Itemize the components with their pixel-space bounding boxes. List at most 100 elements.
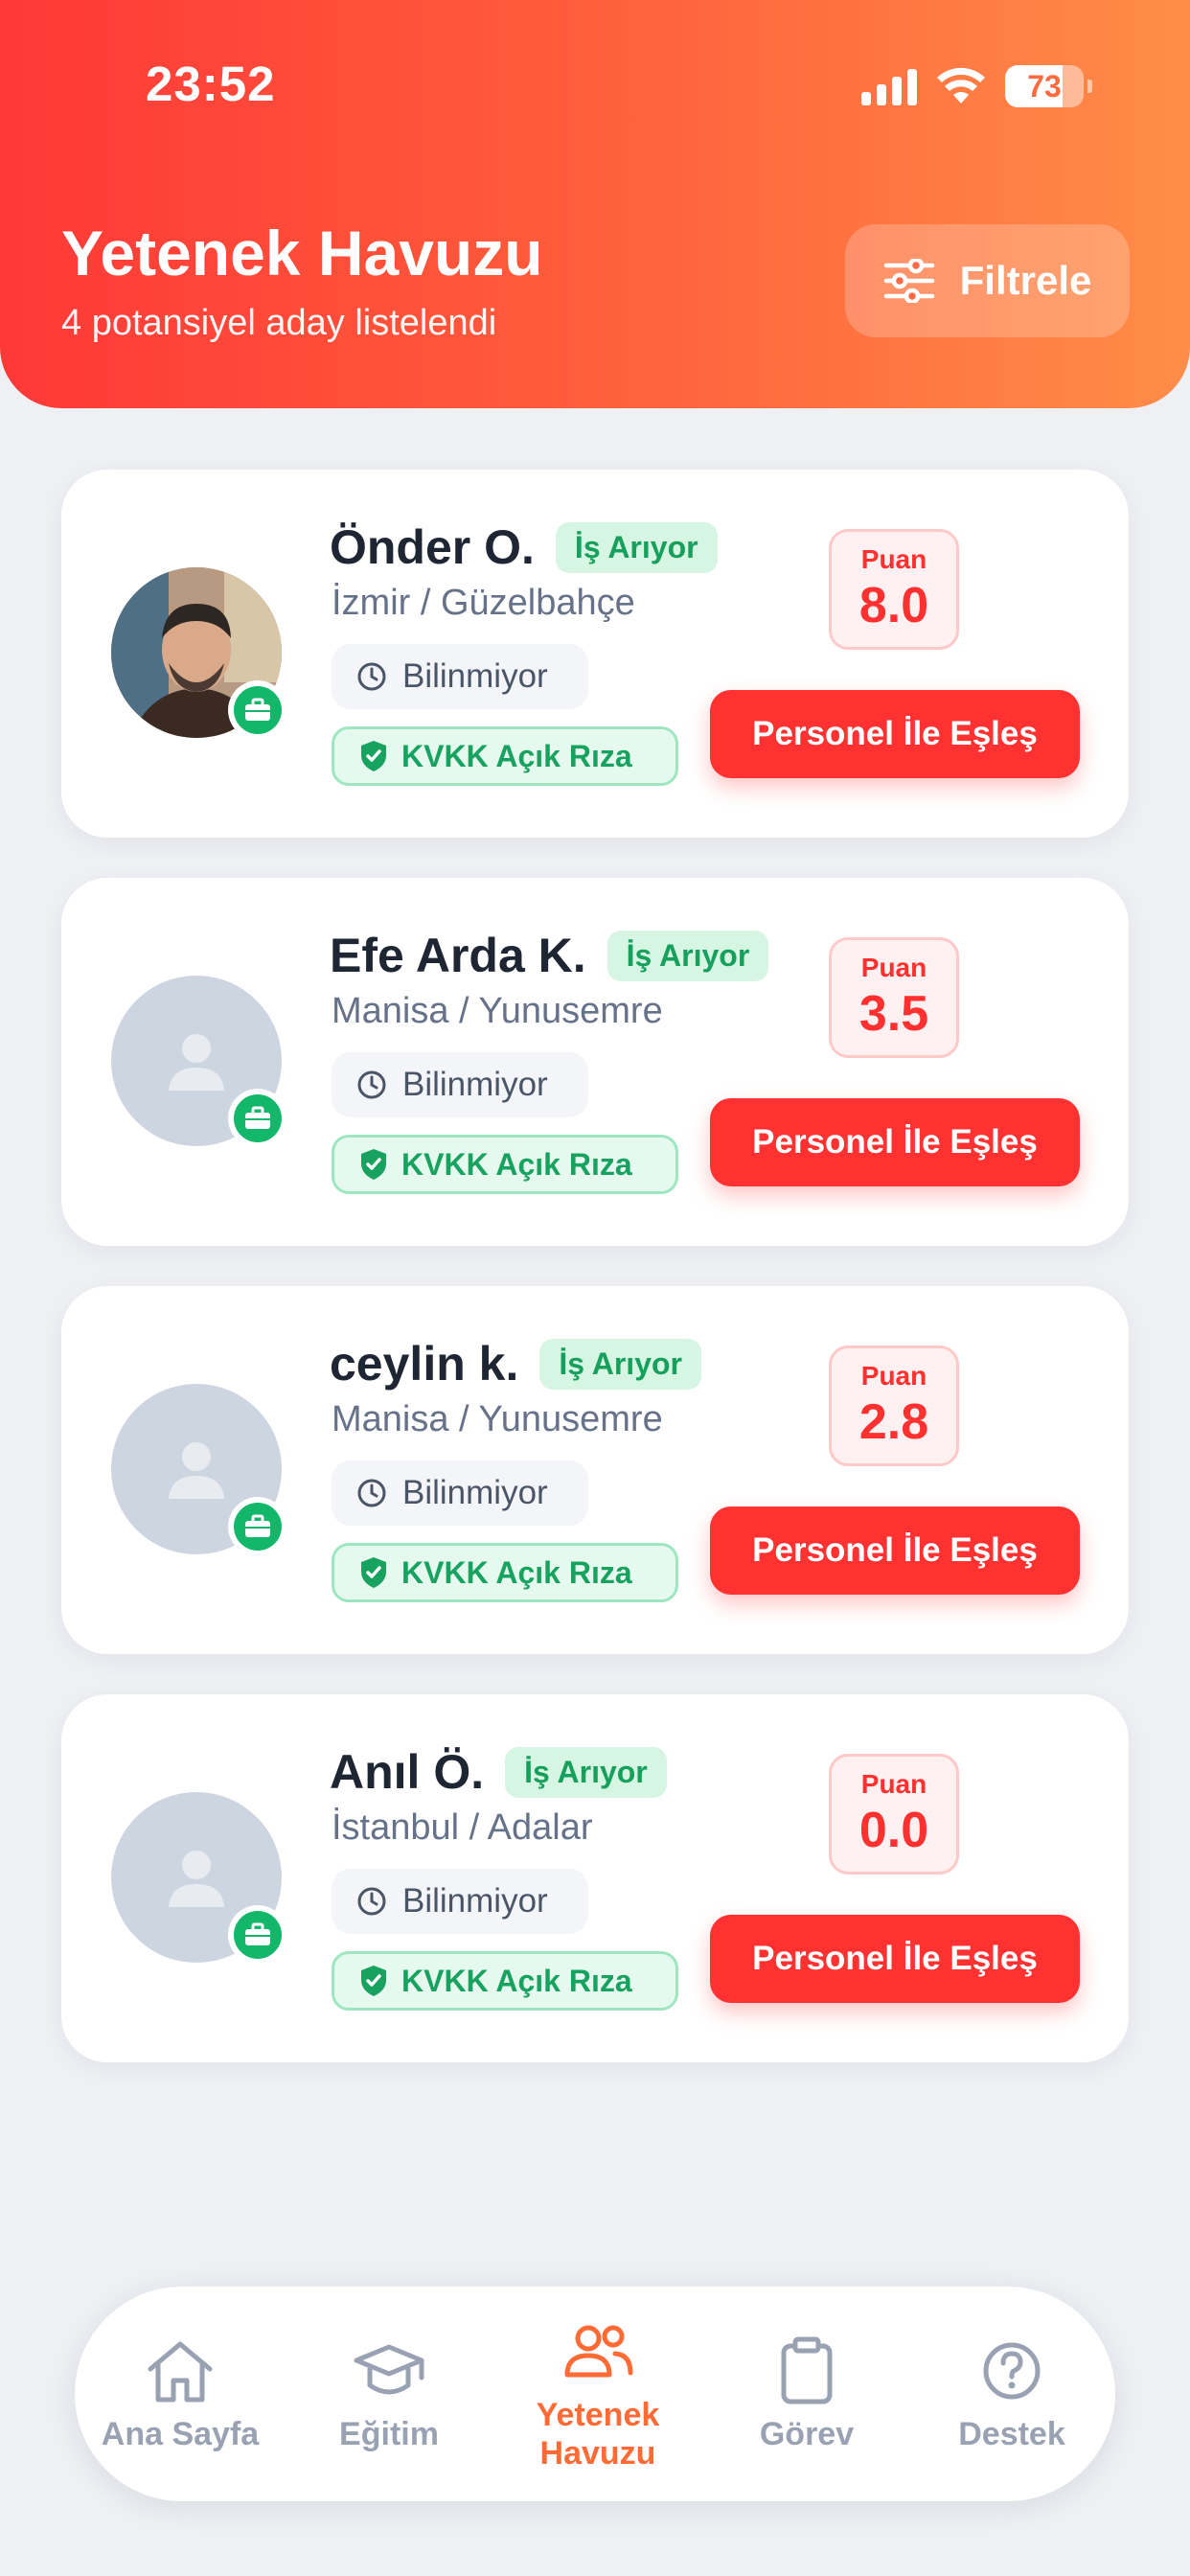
score-value: 8.0: [858, 578, 929, 633]
battery-level: 73: [1027, 69, 1062, 104]
wifi-icon: [937, 67, 985, 104]
kvkk-consent-badge: KVKK Açık Rıza: [332, 1951, 678, 2011]
clock-icon: [357, 662, 386, 691]
score-value: 2.8: [858, 1394, 929, 1450]
availability-text: Bilinmiyor: [402, 1882, 548, 1920]
availability-pill: Bilinmiyor: [332, 644, 588, 709]
bottom-navigation: Ana Sayfa Eğitim Yetenek Havuzu Görev De…: [75, 2287, 1115, 2501]
kvkk-consent-text: KVKK Açık Rıza: [401, 1146, 632, 1182]
talent-pool-screen: 23:52 73 Yetenek Havuzu 4 potansiyel ada…: [0, 0, 1190, 2576]
nav-item-talent-pool[interactable]: Yetenek Havuzu: [502, 2287, 694, 2501]
nav-item-home[interactable]: Ana Sayfa: [84, 2287, 276, 2501]
nav-item-task[interactable]: Görev: [711, 2287, 903, 2501]
score-label: Puan: [860, 1769, 927, 1799]
nav-item-education[interactable]: Eğitim: [293, 2287, 485, 2501]
availability-pill: Bilinmiyor: [332, 1052, 588, 1117]
match-with-staff-button[interactable]: Personel İle Eşleş: [710, 690, 1080, 778]
kvkk-consent-text: KVKK Açık Rıza: [401, 1963, 632, 1998]
match-with-staff-button[interactable]: Personel İle Eşleş: [710, 1915, 1080, 2003]
candidate-location: Manisa / Yunusemre: [332, 1399, 663, 1439]
avatar: [111, 1384, 287, 1556]
clock-icon: [357, 1070, 386, 1099]
shield-check-icon: [361, 741, 386, 771]
candidate-name: Efe Arda K.: [330, 929, 586, 982]
sliders-icon: [883, 259, 934, 303]
kvkk-consent-text: KVKK Açık Rıza: [401, 1554, 632, 1590]
battery-icon: 73: [1005, 65, 1084, 107]
nav-label: Eğitim: [339, 2416, 439, 2452]
availability-pill: Bilinmiyor: [332, 1460, 588, 1526]
users-icon: [564, 2325, 633, 2378]
job-seeking-badge: [228, 680, 287, 740]
score-box: Puan 3.5: [829, 937, 959, 1058]
briefcase-icon: [245, 1922, 270, 1945]
candidate-card[interactable]: Önder O. İş Arıyor İzmir / Güzelbahçe Bi…: [61, 470, 1129, 838]
status-time: 23:52: [146, 57, 276, 111]
score-box: Puan 2.8: [829, 1346, 959, 1466]
score-label: Puan: [860, 953, 927, 982]
page-subtitle: 4 potansiyel aday listelendi: [61, 303, 497, 343]
score-label: Puan: [860, 1361, 927, 1391]
status-badge: İş Arıyor: [539, 1338, 701, 1390]
user-placeholder-icon: [169, 1034, 224, 1091]
score-value: 0.0: [858, 1803, 929, 1858]
shield-check-icon: [361, 1966, 386, 1996]
match-with-staff-button[interactable]: Personel İle Eşleş: [710, 1098, 1080, 1186]
score-box: Puan 8.0: [829, 529, 959, 650]
briefcase-icon: [245, 1106, 270, 1129]
filter-button[interactable]: Filtrele: [845, 224, 1130, 337]
clock-icon: [357, 1479, 386, 1507]
page-title: Yetenek Havuzu: [61, 218, 543, 288]
kvkk-consent-badge: KVKK Açık Rıza: [332, 1135, 678, 1194]
status-badge: İş Arıyor: [606, 930, 769, 981]
help-circle-icon: [983, 2342, 1041, 2400]
status-badge: İş Arıyor: [555, 521, 718, 573]
filter-label: Filtrele: [959, 258, 1092, 303]
graduation-cap-icon: [354, 2344, 424, 2395]
candidate-name: ceylin k.: [330, 1337, 519, 1391]
user-placeholder-icon: [169, 1851, 224, 1907]
score-box: Puan 0.0: [829, 1754, 959, 1874]
score-label: Puan: [860, 544, 927, 574]
candidate-location: Manisa / Yunusemre: [332, 991, 663, 1031]
job-seeking-badge: [228, 1905, 287, 1965]
candidate-location: İzmir / Güzelbahçe: [332, 583, 635, 623]
shield-check-icon: [361, 1149, 386, 1180]
kvkk-consent-badge: KVKK Açık Rıza: [332, 726, 678, 786]
score-value: 3.5: [858, 986, 929, 1042]
avatar: [111, 976, 287, 1148]
home-icon: [148, 2341, 213, 2403]
briefcase-icon: [245, 1514, 270, 1537]
candidate-card[interactable]: Anıl Ö. İş Arıyor İstanbul / Adalar Bili…: [61, 1694, 1129, 2062]
avatar: [111, 1792, 287, 1965]
nav-label: Ana Sayfa: [101, 2416, 260, 2452]
candidate-name: Önder O.: [330, 520, 535, 574]
nav-label: Yetenek Havuzu: [536, 2397, 660, 2472]
nav-item-support[interactable]: Destek: [916, 2287, 1108, 2501]
clock-icon: [357, 1887, 386, 1916]
availability-text: Bilinmiyor: [402, 657, 548, 695]
user-placeholder-icon: [169, 1442, 224, 1499]
job-seeking-badge: [228, 1089, 287, 1148]
availability-text: Bilinmiyor: [402, 1474, 548, 1511]
nav-label: Destek: [958, 2416, 1065, 2452]
status-badge: İş Arıyor: [505, 1746, 667, 1798]
candidate-name: Anıl Ö.: [330, 1745, 485, 1799]
job-seeking-badge: [228, 1497, 287, 1556]
clipboard-icon: [781, 2336, 833, 2404]
candidate-location: İstanbul / Adalar: [332, 1807, 593, 1848]
match-with-staff-button[interactable]: Personel İle Eşleş: [710, 1506, 1080, 1595]
nav-label: Görev: [759, 2416, 855, 2452]
shield-check-icon: [361, 1557, 386, 1588]
header: 23:52 73 Yetenek Havuzu 4 potansiyel ada…: [0, 0, 1190, 408]
briefcase-icon: [245, 698, 270, 721]
status-icons: 73: [861, 65, 1092, 107]
kvkk-consent-text: KVKK Açık Rıza: [401, 738, 632, 773]
availability-pill: Bilinmiyor: [332, 1869, 588, 1934]
kvkk-consent-badge: KVKK Açık Rıza: [332, 1543, 678, 1602]
signal-icon: [861, 67, 917, 105]
availability-text: Bilinmiyor: [402, 1066, 548, 1103]
candidate-card[interactable]: Efe Arda K. İş Arıyor Manisa / Yunusemre…: [61, 878, 1129, 1246]
avatar: [111, 567, 287, 740]
candidate-card[interactable]: ceylin k. İş Arıyor Manisa / Yunusemre B…: [61, 1286, 1129, 1654]
